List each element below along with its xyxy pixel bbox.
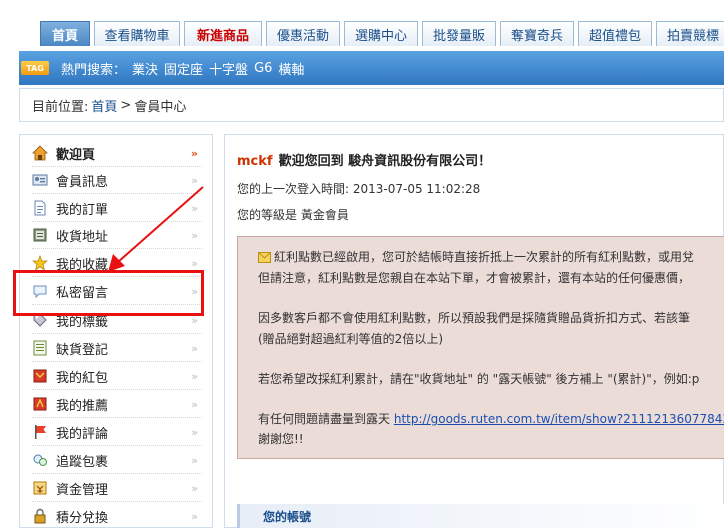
member-main-panel: mckf 歡迎您回到 駿舟資訊股份有限公司！ 您的上一次登入時間: 2013-07… — [224, 134, 724, 528]
notice-line: 若您希望改採紅利累計，請在"收貨地址" 的 "露天帳號" 後方補上 "(累計)"… — [258, 372, 700, 386]
chevron-right-icon: » — [191, 426, 198, 439]
breadcrumb-home-link[interactable]: 首頁 — [91, 96, 117, 115]
chevron-right-icon: » — [191, 229, 198, 242]
hot-search-term[interactable]: 十字盤 — [209, 59, 248, 78]
document-icon — [32, 200, 48, 216]
tab-treasure-hunt[interactable]: 奪寶奇兵 — [500, 21, 574, 46]
notice-line: 紅利點數已經啟用，您可於結帳時直接折抵上一次累計的所有紅利點數，或用兌 — [274, 250, 695, 264]
hot-search-term[interactable]: 橫軸 — [278, 59, 304, 78]
chevron-right-icon: » — [191, 398, 198, 411]
ruten-item-link[interactable]: http://goods.ruten.com.tw/item/show?2111… — [394, 412, 724, 426]
account-heading-text: 您的帳號 — [263, 509, 312, 524]
tab-promotions[interactable]: 優惠活動 — [266, 21, 340, 46]
tag-icon: TAG — [21, 61, 49, 75]
member-sidebar: 歡迎頁 » 會員訊息 » 我的訂單 » 收貨地址 » 我的收藏 » 私密留言 »… — [19, 134, 213, 528]
breadcrumb-prefix: 目前位置: — [32, 99, 89, 115]
hot-search-label: 熱門搜索： — [61, 62, 127, 78]
sidebar-item-red-envelope[interactable]: 我的紅包 » — [32, 363, 202, 390]
flag-icon — [32, 424, 48, 440]
sidebar-item-label: 追蹤包裹 — [56, 454, 109, 470]
username: mckf — [237, 154, 273, 169]
notice-line: (贈品絕對超過紅利等值的2倍以上) — [258, 332, 443, 346]
tab-home[interactable]: 首頁 — [40, 21, 90, 46]
sidebar-item-track-package[interactable]: 追蹤包裹 » — [32, 447, 202, 474]
sidebar-item-label: 資金管理 — [56, 482, 109, 498]
breadcrumb-current: 會員中心 — [134, 99, 187, 115]
sidebar-item-funds[interactable]: 資金管理 » — [32, 475, 202, 502]
top-nav-tabs: 首頁 查看購物車 新進商品 優惠活動 選購中心 批發量販 奪寶奇兵 超值禮包 拍… — [0, 0, 724, 46]
sidebar-item-member-info[interactable]: 會員訊息 » — [32, 167, 202, 194]
id-card-icon — [32, 172, 48, 188]
chevron-right-icon: » — [191, 342, 198, 355]
sidebar-item-shipping-address[interactable]: 收貨地址 » — [32, 222, 202, 249]
last-login-text: 您的上一次登入時間: 2013-07-05 11:02:28 — [237, 182, 481, 196]
sidebar-item-label: 收貨地址 — [56, 229, 109, 245]
account-section-heading: 您的帳號 — [237, 504, 724, 528]
sidebar-item-label: 會員訊息 — [56, 174, 109, 190]
tab-auctions[interactable]: 拍賣競標 — [656, 21, 724, 46]
chevron-right-icon: » — [191, 454, 198, 467]
chevron-right-icon: » — [191, 370, 198, 383]
sidebar-item-reviews[interactable]: 我的評論 » — [32, 419, 202, 446]
tab-value-bundles[interactable]: 超值禮包 — [578, 21, 652, 46]
highlight-box — [13, 270, 204, 316]
tab-wholesale[interactable]: 批發量販 — [422, 21, 496, 46]
welcome-text: 歡迎您回到 駿舟資訊股份有限公司！ — [278, 154, 492, 169]
sidebar-item-label: 我的訂單 — [56, 202, 109, 218]
sidebar-item-label: 缺貨登記 — [56, 342, 109, 358]
sidebar-item-label: 我的紅包 — [56, 370, 109, 386]
chevron-right-icon: » — [191, 174, 198, 187]
tab-cart[interactable]: 查看購物車 — [94, 21, 180, 46]
hot-search-bar: TAG 熱門搜索： 業決 固定座 十字盤 G6 橫軸 — [19, 51, 724, 85]
breadcrumb-separator: > — [120, 97, 132, 113]
member-level-text: 您的等級是 黃金會員 — [237, 208, 349, 222]
chevron-right-icon: » — [191, 510, 198, 523]
sidebar-item-welcome[interactable]: 歡迎頁 » — [32, 140, 202, 167]
chevron-right-icon: » — [191, 202, 198, 215]
sidebar-item-label: 我的推薦 — [56, 398, 109, 414]
welcome-heading: mckf 歡迎您回到 駿舟資訊股份有限公司！ — [237, 150, 491, 169]
tab-new-products[interactable]: 新進商品 — [184, 21, 262, 46]
tab-shopping-center[interactable]: 選購中心 — [344, 21, 418, 46]
notice-line: 有任何問題請盡量到露天 — [258, 412, 391, 426]
notice-line: 因多數客戶都不會使用紅利點數，所以預設我們是採隨貨贈品貨折扣方式、若該筆 — [258, 311, 691, 325]
sidebar-item-label: 我的評論 — [56, 426, 109, 442]
chevron-right-icon: » — [191, 257, 198, 270]
hot-search-term[interactable]: 固定座 — [164, 59, 203, 78]
envelope-icon — [258, 249, 271, 269]
sidebar-item-recommend[interactable]: 我的推薦 » — [32, 391, 202, 418]
notice-line: 但請注意，紅利點數是您親自在本站下單，才會被累計，還有本站的任何優惠價， — [258, 271, 691, 285]
address-book-icon — [32, 227, 48, 243]
sidebar-item-orders[interactable]: 我的訂單 » — [32, 195, 202, 222]
breadcrumb: 目前位置: 首頁 > 會員中心 — [19, 88, 724, 122]
lock-icon — [32, 508, 48, 524]
hot-search-term[interactable]: 業決 — [132, 59, 158, 78]
package-tracking-icon — [32, 452, 48, 468]
notice-line: 謝謝您!! — [258, 432, 304, 446]
recommend-icon — [32, 396, 48, 412]
red-envelope-icon — [32, 368, 48, 384]
hot-search-term[interactable]: G6 — [254, 61, 272, 76]
sidebar-item-out-of-stock[interactable]: 缺貨登記 » — [32, 335, 202, 362]
chevron-right-icon: » — [191, 482, 198, 495]
chevron-right-icon: » — [190, 147, 198, 160]
star-icon — [32, 255, 48, 271]
sidebar-item-label: 歡迎頁 — [56, 147, 96, 163]
sidebar-item-points-redeem[interactable]: 積分兌換 » — [32, 503, 202, 528]
funds-icon — [32, 480, 48, 496]
bonus-points-notice: 紅利點數已經啟用，您可於結帳時直接折抵上一次累計的所有紅利點數，或用兌 但請注意… — [237, 236, 724, 459]
list-icon — [32, 340, 48, 356]
home-icon — [32, 145, 48, 161]
sidebar-item-label: 積分兌換 — [56, 510, 109, 526]
